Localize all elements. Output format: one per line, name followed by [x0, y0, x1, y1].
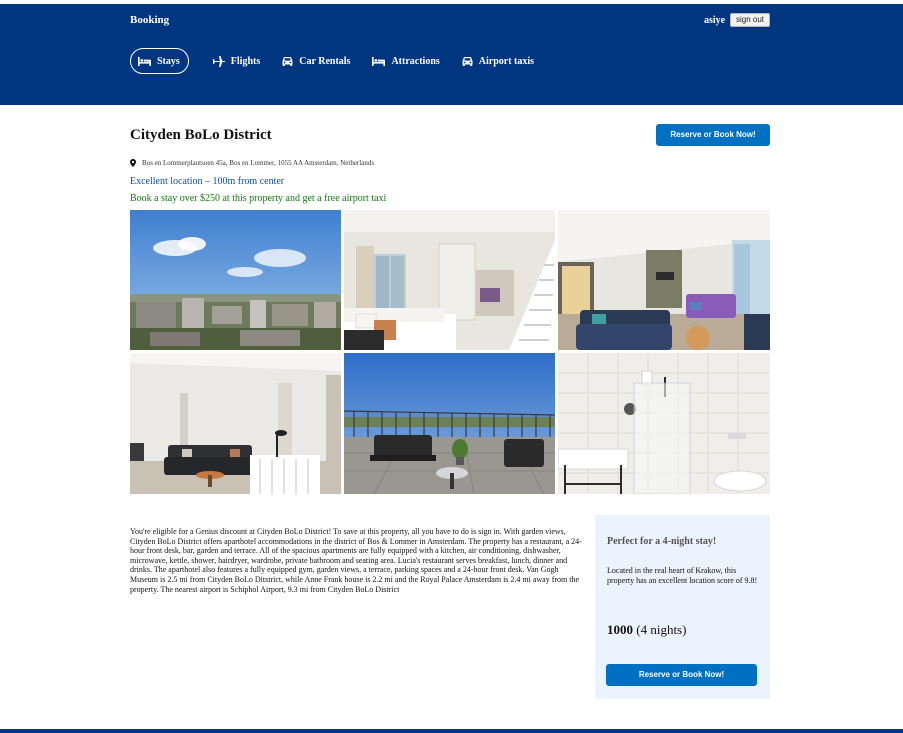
- property-title: Cityden BoLo District: [130, 127, 272, 143]
- main-nav: Stays Flights Car Rentals Attractions Ai…: [130, 48, 556, 74]
- photo-bedroom[interactable]: [344, 210, 555, 350]
- bed-icon: [372, 56, 386, 66]
- photo-bathroom[interactable]: [558, 353, 770, 494]
- stay-price: 1000 (4 nights): [607, 622, 686, 638]
- nav-label: Flights: [230, 55, 261, 67]
- nav-label: Airport taxis: [478, 55, 535, 67]
- nav-label: Car Rentals: [299, 55, 351, 67]
- nav-item-attractions[interactable]: Attractions: [372, 48, 440, 74]
- top-header: Booking asiye sign out Stays Flights Car…: [0, 4, 903, 105]
- property-address: Bos en Lommerplantsoen 45a, Bos en Lomme…: [130, 159, 374, 167]
- map-pin-icon: [130, 159, 136, 167]
- plane-icon: [212, 55, 225, 67]
- car-icon: [282, 57, 293, 66]
- nav-label: Attractions: [391, 55, 440, 67]
- price-amount: 1000: [607, 622, 633, 637]
- bed-icon: [138, 56, 151, 66]
- property-description: You're eligible for a Genius discount at…: [130, 527, 582, 594]
- stay-summary-title: Perfect for a 4-night stay!: [607, 536, 717, 547]
- location-note: Excellent location – 100m from center: [130, 176, 285, 187]
- brand-logo[interactable]: Booking: [130, 14, 169, 26]
- photo-lounge[interactable]: [130, 353, 341, 494]
- photo-city-view[interactable]: [130, 210, 341, 350]
- airport-taxi-promo: Book a stay over $250 at this property a…: [130, 193, 387, 204]
- photo-gallery: [130, 210, 770, 494]
- address-text: Bos en Lommerplantsoen 45a, Bos en Lomme…: [142, 159, 375, 167]
- username: asiye: [704, 15, 726, 26]
- reserve-button-sidebar[interactable]: Reserve or Book Now!: [606, 664, 757, 686]
- car-icon: [462, 57, 473, 66]
- nav-item-car-rentals[interactable]: Car Rentals: [282, 48, 350, 74]
- nav-item-stays[interactable]: Stays: [130, 48, 189, 74]
- nav-item-flights[interactable]: Flights: [212, 48, 261, 74]
- stay-summary-text: Located in the real heart of Krakow, thi…: [607, 566, 758, 585]
- photo-terrace[interactable]: [344, 353, 555, 494]
- reserve-button[interactable]: Reserve or Book Now!: [656, 124, 770, 146]
- nav-item-airport-taxis[interactable]: Airport taxis: [462, 48, 534, 74]
- footer-bar: [0, 729, 903, 733]
- price-nights: (4 nights): [636, 622, 687, 637]
- photo-living-room[interactable]: [558, 210, 770, 350]
- sign-out-button[interactable]: sign out: [730, 13, 770, 27]
- stay-summary-card: Perfect for a 4-night stay! Located in t…: [595, 515, 770, 699]
- nav-label: Stays: [157, 55, 180, 67]
